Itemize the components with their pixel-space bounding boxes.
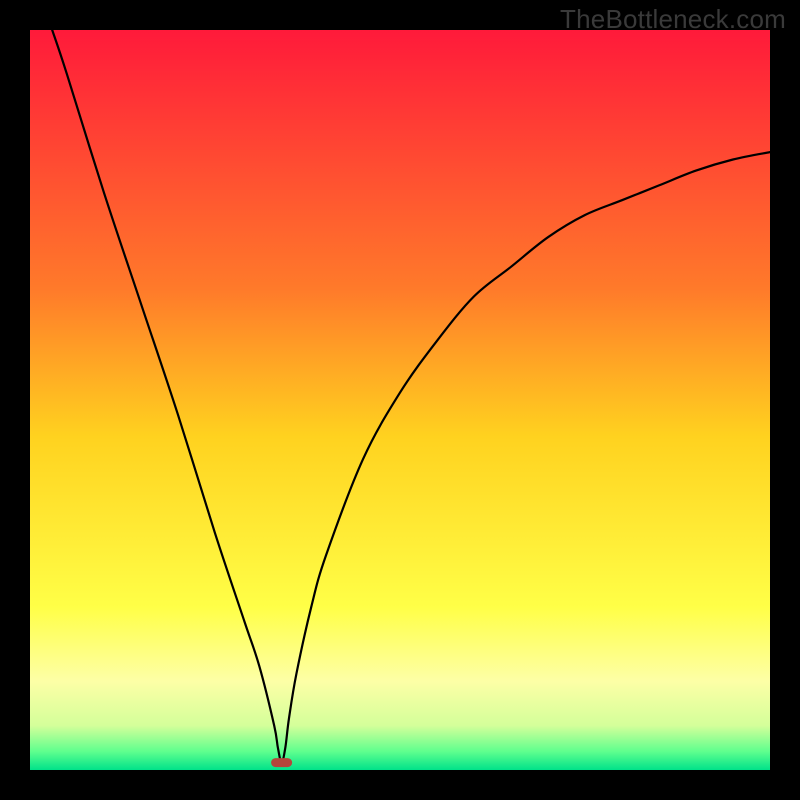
- gradient-background: [30, 30, 770, 770]
- chart-svg: [30, 30, 770, 770]
- plot-area: [30, 30, 770, 770]
- chart-frame: TheBottleneck.com: [0, 0, 800, 800]
- watermark-text: TheBottleneck.com: [560, 4, 786, 35]
- optimal-marker: [271, 758, 292, 767]
